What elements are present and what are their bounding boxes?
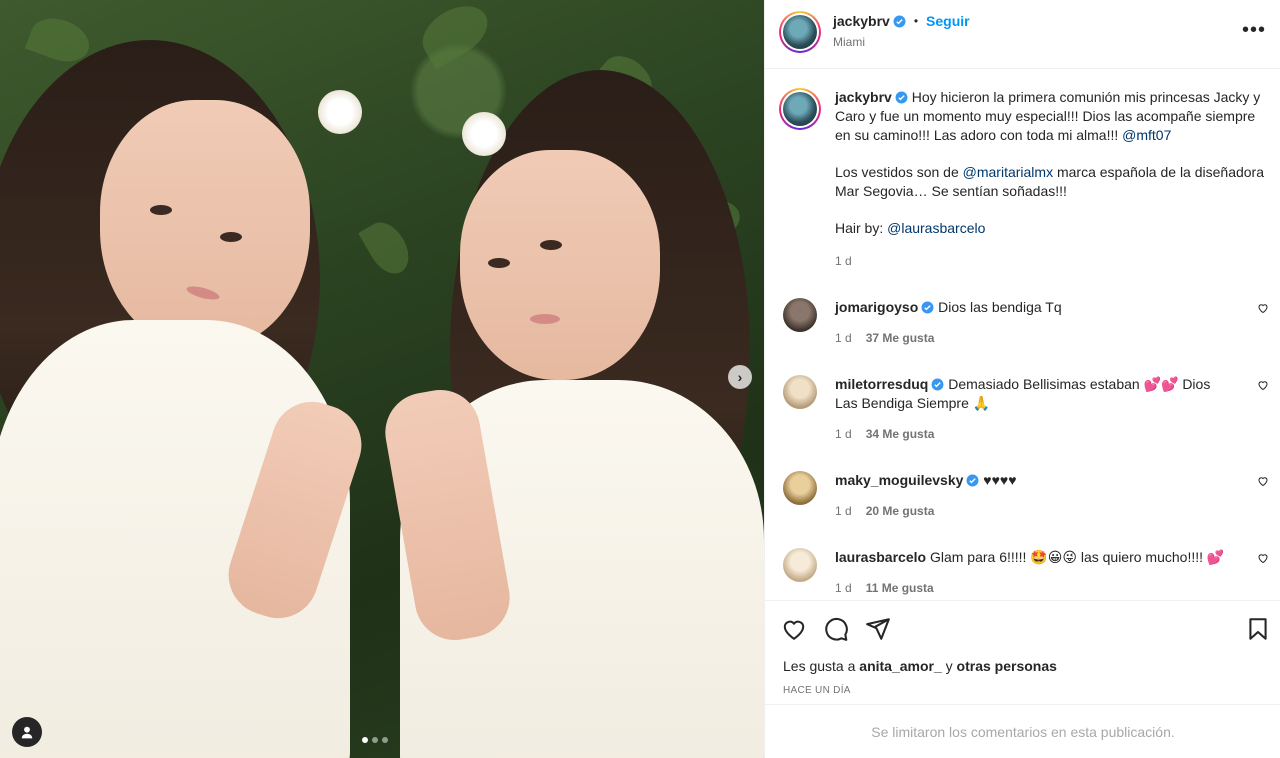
comment-likes[interactable]: 37 Me gusta <box>866 331 935 345</box>
comment-like-heart-icon[interactable] <box>1257 379 1269 391</box>
post-sidebar: jackybrv • Seguir Miami ••• jackybrv Hoy… <box>764 0 1280 758</box>
verified-badge-icon <box>921 301 934 314</box>
separator-dot: • <box>913 14 919 28</box>
comment-item: maky_moguilevsky ♥♥♥♥ 1 d 20 Me gusta <box>779 471 1269 518</box>
carousel-dot <box>382 737 388 743</box>
author-username[interactable]: jackybrv <box>833 13 890 29</box>
comment-text: Glam para 6!!!!! 🤩😀😜 las quiero mucho!!!… <box>929 549 1225 565</box>
post-header: jackybrv • Seguir Miami ••• <box>765 0 1280 69</box>
girl-right-eye <box>540 240 562 250</box>
commenter-avatar[interactable] <box>783 375 817 409</box>
comment-time[interactable]: 1 d <box>835 581 852 595</box>
comments-limited-notice: Se limitaron los comentarios en esta pub… <box>765 704 1280 758</box>
share-send-icon[interactable] <box>865 616 891 642</box>
verified-badge-icon <box>893 15 906 27</box>
more-options-icon[interactable]: ••• <box>1242 20 1266 40</box>
foliage-leaf <box>413 0 497 70</box>
verified-badge-icon <box>931 378 944 391</box>
verified-badge-icon <box>966 474 979 487</box>
commenter-username[interactable]: miletorresduq <box>835 376 928 392</box>
comment-time[interactable]: 1 d <box>835 504 852 518</box>
caption-time[interactable]: 1 d <box>835 254 1269 268</box>
comment-like-heart-icon[interactable] <box>1257 475 1269 487</box>
girl-left-eye <box>150 205 172 215</box>
comment-like-heart-icon[interactable] <box>1257 302 1269 314</box>
comment-bubble-icon[interactable] <box>823 616 849 642</box>
girl-left-hair-flower <box>318 90 362 134</box>
commenter-username[interactable]: jomarigoyso <box>835 299 918 315</box>
girl-left-eye <box>220 232 242 242</box>
likes-summary: Les gusta a anita_amor_ y otras personas <box>783 658 1057 674</box>
comment-text: ♥♥♥♥ <box>983 472 1017 488</box>
post-actions: Les gusta a anita_amor_ y otras personas… <box>765 600 1280 704</box>
comment-item: jomarigoyso Dios las bendiga Tq 1 d 37 Me… <box>779 298 1269 345</box>
girl-left-face <box>100 100 310 350</box>
follow-button[interactable]: Seguir <box>926 13 970 29</box>
caption-paragraph-3: Hair by: <box>835 220 888 236</box>
comment-item: laurasbarcelo Glam para 6!!!!! 🤩😀😜 las q… <box>779 548 1269 595</box>
mention-link[interactable]: @maritarialmx <box>963 164 1053 180</box>
caption-avatar[interactable] <box>779 88 821 130</box>
foliage-leaf <box>358 215 417 281</box>
girl-right-eye <box>488 258 510 268</box>
commenter-avatar[interactable] <box>783 298 817 332</box>
author-avatar[interactable] <box>779 11 821 53</box>
likes-others-link[interactable]: otras personas <box>957 658 1057 674</box>
save-bookmark-icon[interactable] <box>1245 616 1271 642</box>
liker-username[interactable]: anita_amor_ <box>859 658 941 674</box>
carousel-dot <box>362 737 368 743</box>
caption-username[interactable]: jackybrv <box>835 89 892 105</box>
post-location[interactable]: Miami <box>833 35 865 49</box>
post-caption: jackybrv Hoy hicieron la primera comunió… <box>779 88 1269 268</box>
commenter-avatar[interactable] <box>783 471 817 505</box>
verified-badge-icon <box>895 91 908 104</box>
author-line: jackybrv • Seguir <box>833 13 970 29</box>
comment-text: Dios las bendiga Tq <box>938 299 1062 315</box>
girl-right-lips <box>530 314 560 324</box>
chevron-right-icon: › <box>737 369 743 385</box>
comment-like-heart-icon[interactable] <box>1257 552 1269 564</box>
post-photo[interactable]: › <box>0 0 764 758</box>
post-date[interactable]: HACE UN DÍA <box>783 685 851 696</box>
comment-time[interactable]: 1 d <box>835 427 852 441</box>
carousel-indicator <box>362 737 388 743</box>
commenter-avatar[interactable] <box>783 548 817 582</box>
comment-item: miletorresduq Demasiado Bellisimas estab… <box>779 375 1269 441</box>
carousel-dot <box>372 737 378 743</box>
comment-likes[interactable]: 34 Me gusta <box>866 427 935 441</box>
caption-paragraph-2: Los vestidos son de <box>835 164 963 180</box>
caption-text: jackybrv Hoy hicieron la primera comunió… <box>835 88 1269 238</box>
carousel-next-button[interactable]: › <box>728 365 752 389</box>
comments-section[interactable]: jackybrv Hoy hicieron la primera comunió… <box>765 70 1280 600</box>
comment-time[interactable]: 1 d <box>835 331 852 345</box>
comment-likes[interactable]: 20 Me gusta <box>866 504 935 518</box>
mention-link[interactable]: @laurasbarcelo <box>887 220 985 236</box>
user-icon <box>21 726 33 739</box>
commenter-username[interactable]: maky_moguilevsky <box>835 472 963 488</box>
commenter-username[interactable]: laurasbarcelo <box>835 549 926 565</box>
tagged-users-button[interactable] <box>12 717 42 747</box>
mention-link[interactable]: @mft07 <box>1122 127 1171 143</box>
like-heart-icon[interactable] <box>781 616 807 642</box>
girl-right-hair-flower <box>462 112 506 156</box>
comment-likes[interactable]: 11 Me gusta <box>866 581 934 595</box>
